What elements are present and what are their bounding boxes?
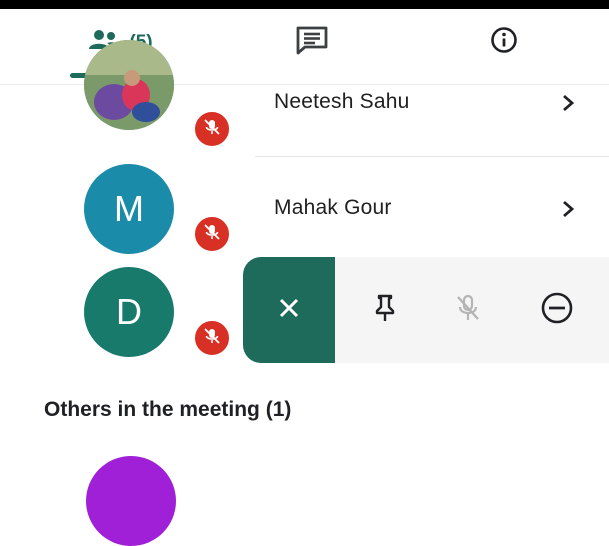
avatar-letter: D (116, 291, 142, 332)
avatar (84, 40, 174, 130)
others-section-header: Others in the meeting (1) (44, 398, 292, 421)
avatar (86, 456, 176, 546)
mic-off-icon (453, 292, 483, 329)
mic-off-icon (202, 222, 222, 247)
tab-chat[interactable] (232, 9, 392, 76)
remove-icon (540, 291, 574, 330)
status-bar (0, 0, 609, 9)
close-tray-button[interactable] (243, 257, 335, 363)
close-icon (276, 295, 302, 326)
participant-action-tray (243, 257, 609, 363)
avatar-letter: M (114, 188, 144, 229)
muted-badge (192, 318, 232, 358)
participant-name: Neetesh Sahu (274, 90, 410, 113)
avatar: D (84, 267, 174, 357)
participant-row[interactable]: Neetesh Sahu (0, 40, 609, 156)
info-icon (490, 26, 518, 59)
mic-off-icon (202, 117, 222, 142)
chevron-right-icon[interactable] (557, 198, 579, 220)
muted-badge (192, 214, 232, 254)
chevron-right-icon[interactable] (557, 92, 579, 114)
pin-icon (372, 293, 398, 328)
chat-icon (295, 25, 329, 60)
mute-participant-button[interactable] (438, 257, 498, 363)
remove-participant-button[interactable] (527, 257, 587, 363)
muted-badge (192, 109, 232, 149)
participant-row[interactable]: M Mahak Gour (0, 157, 609, 257)
avatar: M (84, 164, 174, 254)
mic-off-icon (202, 326, 222, 351)
participant-name: Mahak Gour (274, 196, 392, 219)
pin-button[interactable] (355, 257, 415, 363)
tab-info[interactable] (424, 9, 584, 76)
